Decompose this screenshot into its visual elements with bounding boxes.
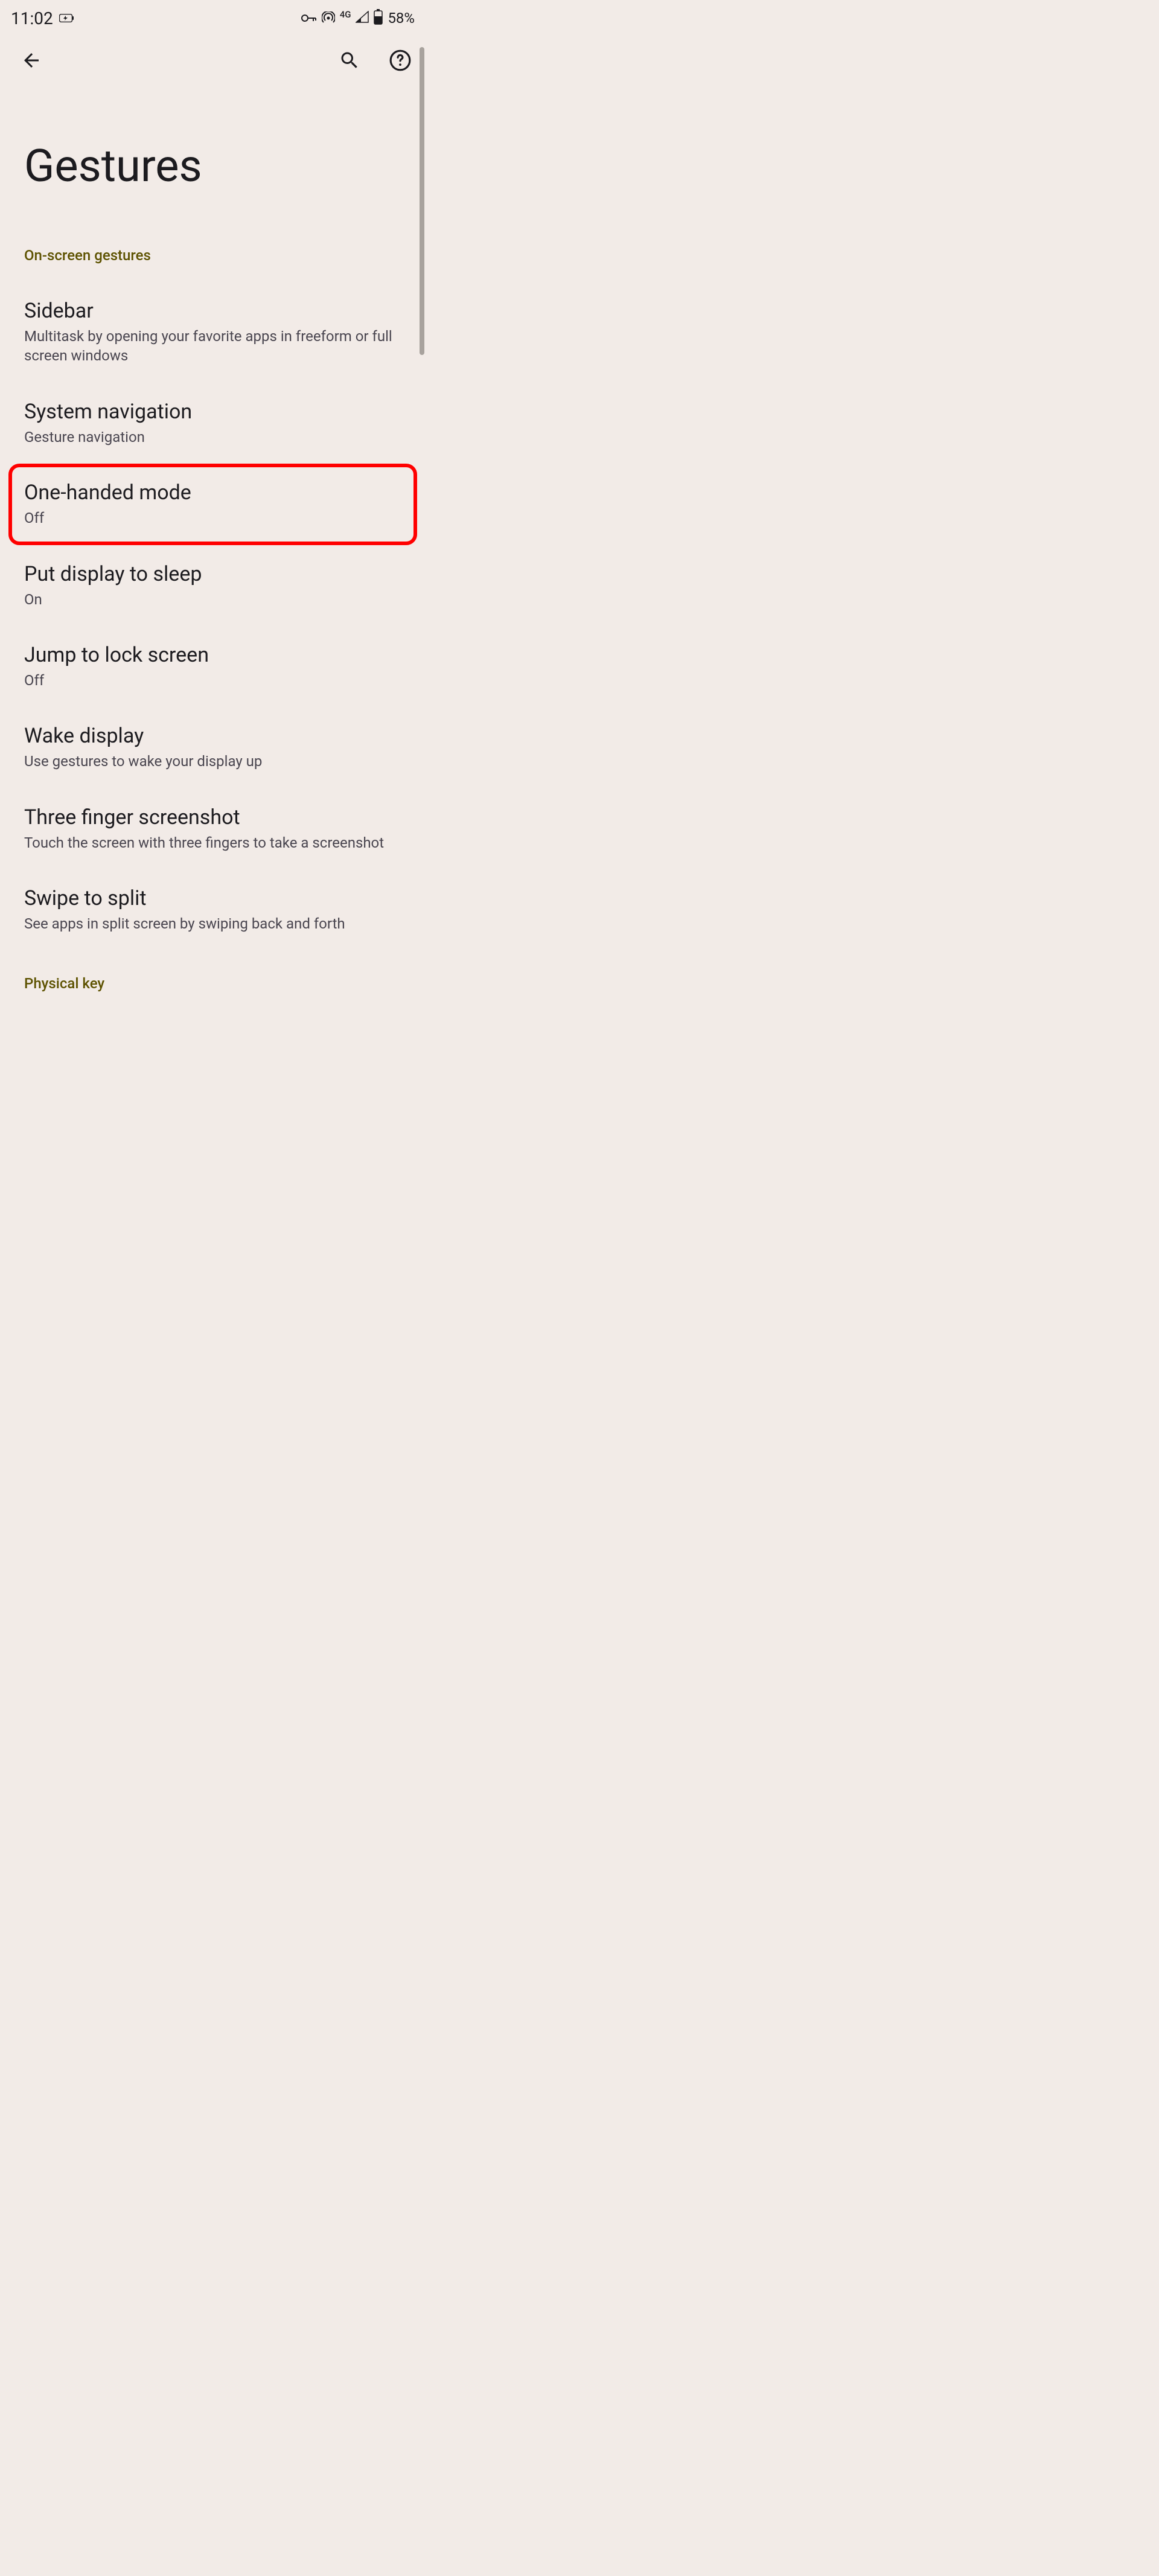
setting-title: Swipe to split [24, 886, 401, 910]
setting-subtitle: Touch the screen with three fingers to t… [24, 833, 401, 852]
status-left: 11:02 [11, 8, 74, 28]
setting-title: Put display to sleep [24, 562, 401, 586]
setting-put-display-to-sleep[interactable]: Put display to sleep On [24, 545, 401, 626]
battery-percentage: 58% [388, 10, 415, 27]
section-header: On-screen gestures [24, 199, 401, 282]
setting-title: Sidebar [24, 299, 401, 323]
help-button[interactable] [387, 47, 413, 74]
setting-subtitle: Off [24, 508, 401, 528]
status-bar: 11:02 [0, 0, 426, 36]
setting-subtitle: See apps in split screen by swiping back… [24, 914, 401, 933]
setting-subtitle: Multitask by opening your favorite apps … [24, 327, 401, 366]
scrollbar[interactable] [420, 47, 424, 355]
hotspot-icon [322, 11, 335, 25]
search-icon [339, 50, 360, 71]
setting-swipe-to-split[interactable]: Swipe to split See apps in split screen … [24, 869, 401, 950]
setting-system-navigation[interactable]: System navigation Gesture navigation [24, 383, 401, 464]
section-physical-key: Physical key [0, 951, 426, 1010]
setting-title: Three finger screenshot [24, 805, 401, 829]
setting-subtitle: Gesture navigation [24, 427, 401, 447]
app-toolbar [0, 36, 426, 85]
back-button[interactable] [18, 47, 45, 74]
help-icon [389, 49, 412, 72]
vpn-key-icon [301, 14, 317, 22]
setting-three-finger-screenshot[interactable]: Three finger screenshot Touch the screen… [24, 788, 401, 869]
network-type-label: 4G [340, 9, 351, 20]
setting-title: Wake display [24, 724, 401, 748]
setting-wake-display[interactable]: Wake display Use gestures to wake your d… [24, 707, 401, 788]
setting-jump-to-lock-screen[interactable]: Jump to lock screen Off [24, 626, 401, 707]
arrow-back-icon [21, 50, 42, 71]
setting-sidebar[interactable]: Sidebar Multitask by opening your favori… [24, 282, 401, 383]
charging-badge-icon [59, 14, 74, 22]
setting-title: Jump to lock screen [24, 643, 401, 667]
signal-icon [356, 11, 369, 25]
page-title: Gestures [0, 85, 426, 199]
status-right: 4G 58% [301, 9, 415, 27]
section-header: Physical key [24, 951, 401, 1010]
setting-title: System navigation [24, 400, 401, 424]
screen-root: 11:02 [0, 0, 426, 1010]
section-on-screen-gestures: On-screen gestures Sidebar Multitask by … [0, 199, 426, 951]
battery-icon [374, 9, 383, 27]
setting-title: One-handed mode [24, 481, 401, 505]
setting-subtitle: Use gestures to wake your display up [24, 752, 401, 771]
search-button[interactable] [336, 47, 363, 74]
highlighted-box: One-handed mode Off [8, 464, 417, 545]
setting-subtitle: Off [24, 671, 401, 690]
setting-subtitle: On [24, 590, 401, 609]
setting-one-handed-mode[interactable]: One-handed mode Off [24, 467, 401, 541]
status-time: 11:02 [11, 8, 53, 28]
